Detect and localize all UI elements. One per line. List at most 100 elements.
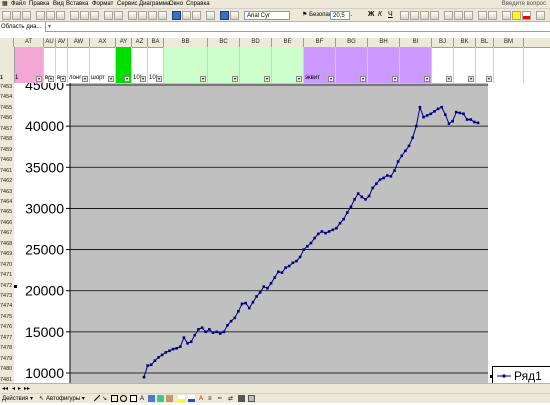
header-cell-bm[interactable] xyxy=(494,47,524,83)
row-number[interactable]: 7467 xyxy=(0,229,14,237)
currency-icon[interactable] xyxy=(444,11,453,20)
row-number[interactable]: 7459 xyxy=(0,146,14,154)
menu-view[interactable]: Вид xyxy=(53,0,64,9)
chart-type-icon[interactable] xyxy=(230,11,239,20)
arrow-style-icon[interactable]: ⇄ xyxy=(228,395,233,403)
header-cell-bc[interactable]: ▾ xyxy=(208,47,240,83)
spelling-icon[interactable] xyxy=(56,11,65,20)
borders-icon[interactable] xyxy=(502,11,511,20)
row-number[interactable]: 7477 xyxy=(0,334,14,342)
column-header-be[interactable]: BE xyxy=(272,38,304,47)
copy-icon[interactable] xyxy=(80,11,89,20)
font-name-select[interactable]: Arial Cyr xyxy=(244,11,290,20)
autofilter-dropdown-icon[interactable]: ▾ xyxy=(36,76,42,82)
row-number[interactable]: 7472 xyxy=(0,282,14,290)
preview-icon[interactable] xyxy=(46,11,55,20)
arrow-tool-icon[interactable]: ↘ xyxy=(102,395,107,403)
cut-icon[interactable] xyxy=(70,11,79,20)
font-size-select[interactable]: 20,5 xyxy=(330,11,350,20)
column-header-bf[interactable]: BF xyxy=(304,38,336,47)
row-number[interactable]: 7480 xyxy=(0,365,14,373)
menu-format[interactable]: Формат xyxy=(92,0,113,9)
header-cell-bh[interactable]: ▾ xyxy=(368,47,400,83)
row-number[interactable]: 7468 xyxy=(0,240,14,248)
row-number[interactable]: 7473 xyxy=(0,292,14,300)
column-header-av[interactable]: AV xyxy=(56,38,68,47)
chart-handle-left[interactable] xyxy=(14,285,17,288)
sort-asc-icon[interactable] xyxy=(148,11,157,20)
autofilter-dropdown-icon[interactable]: ▾ xyxy=(468,76,474,82)
align-left-icon[interactable] xyxy=(400,11,409,20)
row-number[interactable]: 7461 xyxy=(0,167,14,175)
row-number[interactable]: 7469 xyxy=(0,250,14,258)
column-header-ax[interactable]: AX xyxy=(90,38,116,47)
header-cell-bl[interactable]: ▾ xyxy=(476,47,494,83)
header-cell-bk[interactable]: ▾ xyxy=(454,47,476,83)
column-header-aw[interactable]: AW xyxy=(68,38,90,47)
row-number[interactable]: 7456 xyxy=(0,114,14,122)
row-number-1[interactable]: 1 xyxy=(0,74,14,82)
column-header-bg[interactable]: BG xyxy=(336,38,368,47)
tab-last-icon[interactable]: ▸▸ xyxy=(24,385,30,393)
column-header-ay[interactable]: AY xyxy=(116,38,132,47)
row-number[interactable]: 7478 xyxy=(0,344,14,352)
row-number[interactable]: 7458 xyxy=(0,135,14,143)
autofilter-dropdown-icon[interactable]: ▾ xyxy=(360,76,366,82)
column-header-bd[interactable]: BD xyxy=(240,38,272,47)
header-cell-be[interactable]: ▾ xyxy=(272,47,304,83)
header-cell-aw[interactable]: лонг ▾ xyxy=(68,47,90,83)
column-header-az[interactable]: AZ xyxy=(132,38,148,47)
autofilter-dropdown-icon[interactable]: ▾ xyxy=(232,76,238,82)
increase-decimal-icon[interactable] xyxy=(478,11,487,20)
header-cell-bi[interactable]: ▾ xyxy=(400,47,432,83)
autofilter-dropdown-icon[interactable]: ▾ xyxy=(156,76,162,82)
bold-button[interactable]: Ж xyxy=(368,11,374,18)
autofilter-dropdown-icon[interactable]: ▾ xyxy=(60,76,66,82)
new-icon[interactable] xyxy=(2,11,11,20)
menu-edit[interactable]: Правка xyxy=(29,0,49,9)
undo-icon[interactable] xyxy=(104,11,113,20)
merge-icon[interactable] xyxy=(430,11,439,20)
column-header-au[interactable]: AU xyxy=(44,38,56,47)
header-cell-ax[interactable]: шорт ▾ xyxy=(90,47,116,83)
autofilter-dropdown-icon[interactable]: ▾ xyxy=(108,76,114,82)
decrease-decimal-icon[interactable] xyxy=(488,11,497,20)
oval-tool-icon[interactable] xyxy=(120,395,127,402)
format-icon[interactable] xyxy=(220,11,229,20)
tab-next-icon[interactable]: ▸ xyxy=(18,385,21,393)
select-all-corner[interactable] xyxy=(0,38,14,47)
draw-font-color-icon[interactable]: A xyxy=(199,395,203,403)
autofilter-dropdown-icon[interactable]: ▾ xyxy=(328,76,334,82)
autofilter-dropdown-icon[interactable]: ▾ xyxy=(48,76,54,82)
autosum-icon[interactable] xyxy=(138,11,147,20)
tab-prev-icon[interactable]: ◂ xyxy=(12,385,15,393)
autofilter-dropdown-icon[interactable]: ▾ xyxy=(392,76,398,82)
paste-icon[interactable] xyxy=(90,11,99,20)
underline-button[interactable]: Ч xyxy=(388,11,393,18)
column-header-bc[interactable]: BC xyxy=(208,38,240,47)
help-question-box[interactable]: Введите вопрос xyxy=(502,0,546,9)
row-number[interactable]: 7457 xyxy=(0,125,14,133)
italic-button[interactable]: К xyxy=(378,11,382,18)
save-icon[interactable] xyxy=(22,11,31,20)
wordart-icon[interactable]: A xyxy=(140,395,144,403)
3d-icon[interactable] xyxy=(248,395,255,402)
name-box-dropdown-icon[interactable]: ▾ xyxy=(48,22,51,32)
legend-handle-left[interactable] xyxy=(490,375,493,378)
redo-icon[interactable] xyxy=(114,11,123,20)
row-number[interactable]: 7454 xyxy=(0,93,14,101)
shadow-icon[interactable] xyxy=(238,395,245,402)
column-header-at[interactable]: AT xyxy=(14,38,44,47)
row-number[interactable]: 7463 xyxy=(0,188,14,196)
column-header-ba[interactable]: BA xyxy=(148,38,164,47)
header-cell-ba[interactable]: 10(▾ xyxy=(148,47,164,83)
clipart-icon[interactable] xyxy=(157,395,164,402)
header-cell-bj[interactable]: ▾ xyxy=(432,47,454,83)
menu-chart[interactable]: Диаграмма xyxy=(139,0,170,9)
autofilter-dropdown-icon[interactable]: ▾ xyxy=(82,76,88,82)
chart-area[interactable]: 10000 15000 20000 25000 30000 35000 40000 45000… xyxy=(14,83,550,385)
row-number[interactable]: 7476 xyxy=(0,323,14,331)
picture-icon[interactable] xyxy=(166,395,173,402)
autoshapes-menu[interactable]: Автофигуры ▾ xyxy=(46,395,85,403)
column-header-bh[interactable]: BH xyxy=(368,38,400,47)
